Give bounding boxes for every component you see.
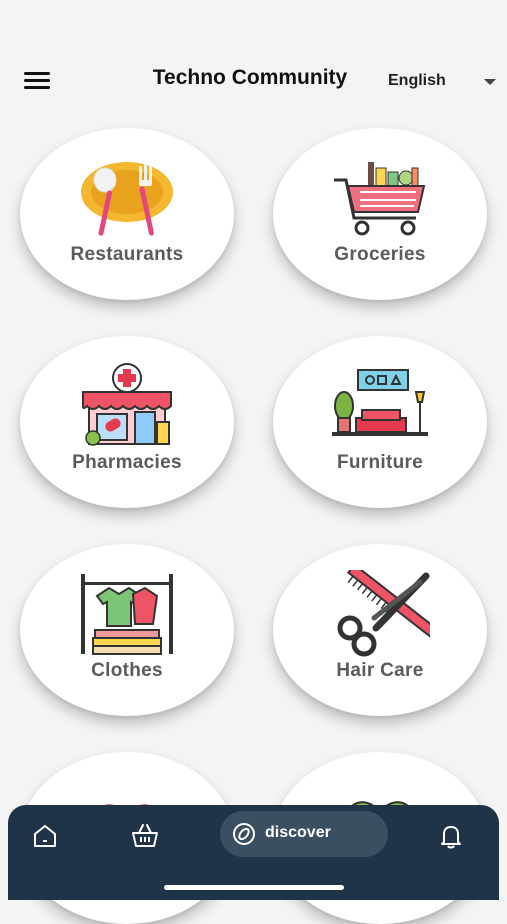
category-label: Hair Care (336, 660, 424, 681)
discover-tab[interactable]: discover (220, 811, 388, 857)
home-indicator (164, 885, 344, 890)
category-label: Groceries (334, 244, 426, 265)
home-icon[interactable] (30, 821, 60, 851)
bottom-navigation: discover (8, 805, 499, 900)
category-label: Pharmacies (72, 452, 182, 473)
category-clothes[interactable]: Clothes (20, 544, 234, 716)
furniture-icon (332, 369, 428, 436)
basket-icon[interactable] (130, 821, 160, 851)
pharmacy-icon (82, 363, 172, 446)
category-label: Restaurants (70, 244, 184, 265)
bell-icon[interactable] (436, 821, 466, 851)
grocery-cart-icon (334, 162, 426, 236)
category-furniture[interactable]: Furniture (273, 336, 487, 508)
hair-care-icon (337, 570, 430, 657)
restaurant-icon (81, 162, 173, 236)
category-grid: Restaurants Groceries Pharmacies Furnitu… (0, 0, 507, 924)
category-label: Furniture (336, 452, 424, 473)
category-groceries[interactable]: Groceries (273, 128, 487, 300)
discover-icon (233, 823, 255, 845)
category-restaurants[interactable]: Restaurants (20, 128, 234, 300)
clothes-rack-icon (81, 574, 173, 655)
discover-label: discover (265, 824, 331, 841)
category-hair-care[interactable]: Hair Care (273, 544, 487, 716)
category-pharmacies[interactable]: Pharmacies (20, 336, 234, 508)
category-label: Clothes (91, 660, 163, 681)
